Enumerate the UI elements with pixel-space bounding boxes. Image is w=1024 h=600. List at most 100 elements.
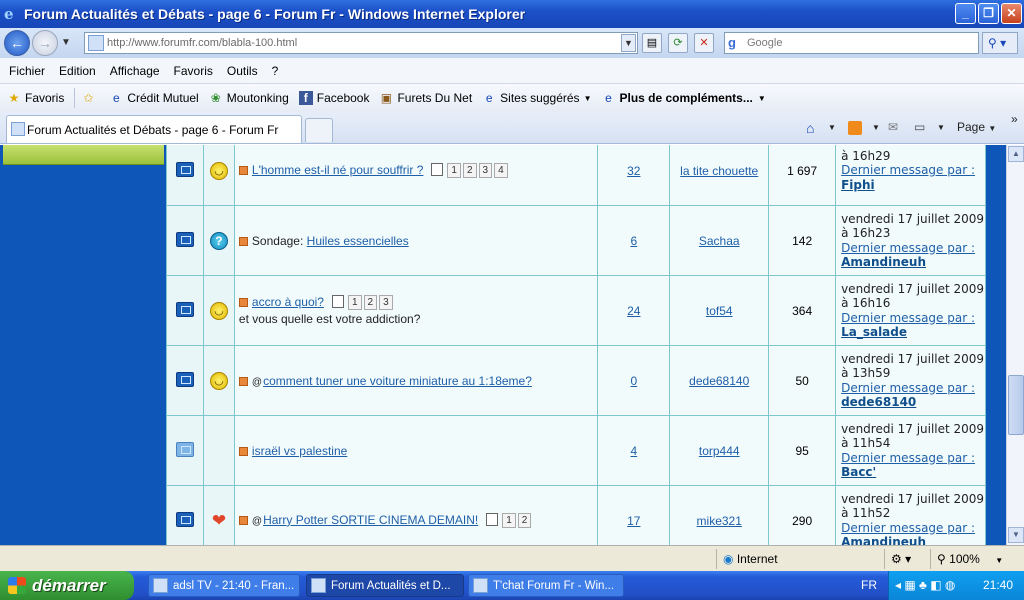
- tab-forum-actualites[interactable]: Forum Actualités et Débats - page 6 - Fo…: [6, 115, 302, 143]
- language-indicator[interactable]: FR: [861, 571, 877, 600]
- menu-favoris[interactable]: Favoris: [174, 64, 213, 78]
- replies-link[interactable]: 0: [630, 374, 637, 388]
- tray-icons[interactable]: ◂ ▦ ♣ ◧ ◍: [895, 571, 955, 600]
- protected-mode-icon[interactable]: ⚙ ▾: [884, 549, 928, 569]
- zoom-control[interactable]: ⚲ 100% ▼: [930, 549, 1024, 569]
- zone-indicator[interactable]: ◉ Internet: [716, 549, 882, 569]
- restore-button[interactable]: ❐: [978, 3, 999, 24]
- last-post-link[interactable]: Dernier message par :: [841, 451, 985, 466]
- task-tchat-forum[interactable]: T'chat Forum Fr - Win...: [468, 574, 624, 597]
- author-link[interactable]: tof54: [706, 304, 733, 318]
- refresh-icon[interactable]: ⟳: [668, 33, 688, 53]
- page-link[interactable]: 1: [347, 295, 362, 311]
- favorite-moutonking[interactable]: ❀ Moutonking: [209, 91, 289, 105]
- start-button[interactable]: démarrer: [0, 571, 134, 600]
- stop-icon[interactable]: ✕: [694, 33, 714, 53]
- scroll-down-icon[interactable]: ▼: [1008, 527, 1024, 543]
- close-button[interactable]: ✕: [1001, 3, 1022, 24]
- ie-page-icon: e: [113, 91, 120, 105]
- last-post-user-link[interactable]: Amandineuh: [841, 255, 985, 270]
- favorite-plus-complements[interactable]: e Plus de compléments... ▼: [601, 91, 766, 105]
- last-post-user-link[interactable]: Amandineuh: [841, 535, 985, 545]
- task-adsl-tv[interactable]: adsl TV - 21:40 - Fran...: [148, 574, 300, 597]
- vertical-scrollbar[interactable]: ▲ ▼: [1006, 145, 1024, 545]
- mail-icon[interactable]: ✉: [888, 120, 898, 134]
- new-tab-button[interactable]: [305, 118, 333, 142]
- compatibility-icon[interactable]: ▤: [642, 33, 662, 53]
- address-url[interactable]: http://www.forumfr.com/blabla-100.html: [107, 37, 297, 49]
- topic-subject-cell: accro à quoi? 1 2 3 et vous quelle est votre…: [233, 275, 599, 346]
- forward-button[interactable]: →: [32, 30, 58, 56]
- favorites-button[interactable]: ★ Favoris: [7, 91, 65, 105]
- rss-feed-icon[interactable]: [848, 121, 862, 135]
- replies-link[interactable]: 4: [630, 444, 637, 458]
- last-post-user-link[interactable]: Fiphi: [841, 178, 985, 193]
- topic-replies-cell: 24: [597, 275, 671, 346]
- last-post-user-link[interactable]: dede68140: [841, 395, 985, 410]
- add-favorite-button[interactable]: ✩: [81, 91, 99, 105]
- task-forum-actualites[interactable]: Forum Actualités et D...: [306, 574, 464, 597]
- last-post-user-link[interactable]: La_salade: [841, 325, 985, 340]
- scroll-thumb[interactable]: [1008, 375, 1024, 435]
- topic-title-link[interactable]: accro à quoi?: [252, 295, 324, 309]
- new-post-icon: [238, 446, 248, 456]
- page-link[interactable]: 2: [363, 295, 378, 311]
- menu-fichier[interactable]: Fichier: [9, 64, 45, 78]
- topic-title-link[interactable]: L'homme est-il né pour souffrir ?: [252, 163, 423, 177]
- back-button[interactable]: ←: [4, 30, 30, 56]
- feed-dropdown-icon[interactable]: ▼: [872, 123, 880, 132]
- topic-title-link[interactable]: comment tuner une voiture miniature au 1…: [263, 374, 532, 388]
- author-link[interactable]: dede68140: [689, 374, 749, 388]
- topic-row: ◡ accro à quoi? 1 2 3 et vous quelle est votr…: [166, 275, 986, 346]
- page-link[interactable]: 1: [502, 513, 516, 529]
- page-menu-button[interactable]: Page ▼: [957, 120, 996, 134]
- page-link[interactable]: 4: [494, 163, 508, 179]
- last-post-link[interactable]: Dernier message par :: [841, 241, 985, 256]
- last-post-link[interactable]: Dernier message par :: [841, 163, 985, 178]
- page-links: 123: [331, 295, 393, 311]
- favorite-facebook[interactable]: f Facebook: [298, 91, 369, 105]
- topic-title-link[interactable]: Harry Potter SORTIE CINEMA DEMAIN!: [263, 513, 478, 527]
- print-icon[interactable]: ▭: [914, 120, 925, 134]
- address-dropdown-icon[interactable]: ▼: [621, 34, 636, 52]
- page-link[interactable]: 1: [447, 163, 461, 179]
- last-post-link[interactable]: Dernier message par :: [841, 311, 985, 326]
- page-link[interactable]: 3: [478, 163, 493, 179]
- topic-title-link[interactable]: israël vs palestine: [252, 444, 347, 458]
- favorite-furets[interactable]: ▣ Furets Du Net: [379, 91, 472, 105]
- print-dropdown-icon[interactable]: ▼: [937, 123, 945, 132]
- history-dropdown-icon[interactable]: ▼: [61, 37, 71, 48]
- last-post-user-link[interactable]: Bacc': [841, 465, 985, 480]
- replies-link[interactable]: 32: [627, 164, 640, 178]
- topic-title-link[interactable]: Huiles essencielles: [307, 234, 409, 248]
- home-icon[interactable]: ⌂: [806, 120, 814, 136]
- author-link[interactable]: mike321: [697, 514, 742, 528]
- address-input[interactable]: http://www.forumfr.com/blabla-100.html ▼: [84, 32, 638, 54]
- page-link[interactable]: 3: [379, 295, 393, 311]
- page-link[interactable]: 2: [517, 513, 532, 529]
- menu-outils[interactable]: Outils: [227, 64, 258, 78]
- search-input[interactable]: g Google: [724, 32, 979, 54]
- scroll-up-icon[interactable]: ▲: [1008, 146, 1024, 162]
- folder-icon: [175, 301, 194, 317]
- topic-subject-cell: Sondage: Huiles essencielles: [233, 205, 599, 276]
- author-link[interactable]: la tite chouette: [680, 164, 758, 178]
- last-post-link[interactable]: Dernier message par :: [841, 521, 985, 536]
- author-link[interactable]: torp444: [699, 444, 740, 458]
- page-link[interactable]: 2: [462, 163, 477, 179]
- replies-link[interactable]: 6: [630, 234, 637, 248]
- menu-help[interactable]: ?: [272, 64, 279, 78]
- replies-link[interactable]: 24: [627, 304, 640, 318]
- home-dropdown-icon[interactable]: ▼: [828, 123, 836, 132]
- minimize-button[interactable]: _: [955, 3, 976, 24]
- menu-affichage[interactable]: Affichage: [110, 64, 160, 78]
- author-link[interactable]: Sachaa: [699, 234, 740, 248]
- more-chevron-icon[interactable]: »: [1011, 112, 1018, 126]
- replies-link[interactable]: 17: [627, 514, 640, 528]
- menu-edition[interactable]: Edition: [59, 64, 96, 78]
- topic-status-cell: [166, 485, 204, 545]
- last-post-link[interactable]: Dernier message par :: [841, 381, 985, 396]
- search-button[interactable]: ⚲ ▾: [982, 32, 1018, 54]
- favorite-sites-suggeres[interactable]: e Sites suggérés ▼: [482, 91, 592, 105]
- favorite-credit-mutuel[interactable]: e Crédit Mutuel: [109, 91, 199, 105]
